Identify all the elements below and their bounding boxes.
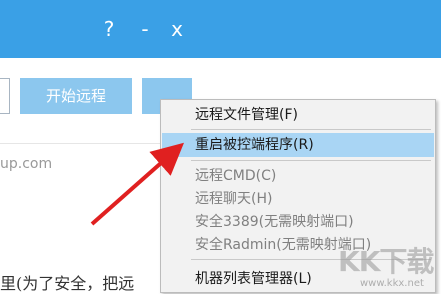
menu-item-label: 远程CMD(C) bbox=[195, 168, 277, 184]
close-button[interactable]: x bbox=[164, 14, 190, 44]
start-remote-button[interactable]: 开始远程 bbox=[20, 78, 132, 114]
menu-separator bbox=[191, 160, 431, 161]
menu-item-restart-controlled[interactable]: 重启被控端程序(R) bbox=[162, 133, 434, 157]
partner-id-input[interactable] bbox=[0, 78, 10, 114]
menu-item-label: 安全3389(无需映射端口) bbox=[195, 214, 354, 230]
minimize-button[interactable]: - bbox=[132, 14, 158, 44]
menu-item-label: 机器列表管理器(L) bbox=[195, 271, 312, 287]
menu-item-label: 重启被控端程序(R) bbox=[195, 137, 314, 153]
watermark-url: www.kkx.net bbox=[360, 278, 424, 289]
menu-item-secure-3389[interactable]: 安全3389(无需映射端口) bbox=[162, 210, 434, 234]
menu-item-label: 远程文件管理(F) bbox=[195, 107, 298, 123]
website-link[interactable]: up.com bbox=[0, 156, 52, 172]
menu-item-remote-file-manager[interactable]: 远程文件管理(F) bbox=[162, 103, 434, 127]
watermark: KK下载 www.kkx.net bbox=[338, 238, 438, 293]
menu-separator bbox=[191, 129, 431, 130]
info-text: 里(为了安全，把远 bbox=[0, 274, 135, 293]
watermark-logo: KK下载 bbox=[338, 245, 434, 278]
menu-item-label: 远程聊天(H) bbox=[195, 191, 273, 207]
help-button[interactable]: ? bbox=[96, 14, 122, 44]
menu-item-remote-chat[interactable]: 远程聊天(H) bbox=[162, 187, 434, 211]
title-bar: ? - x bbox=[0, 0, 441, 58]
menu-item-remote-cmd[interactable]: 远程CMD(C) bbox=[162, 164, 434, 188]
